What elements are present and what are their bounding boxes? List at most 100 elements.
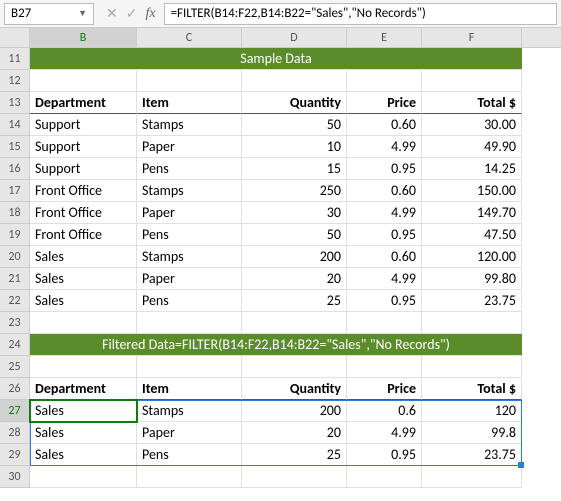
header-quantity[interactable]: Quantity bbox=[242, 378, 347, 400]
cell[interactable]: Paper bbox=[137, 136, 242, 158]
cell[interactable]: Stamps bbox=[137, 400, 242, 422]
col-header-f[interactable]: F bbox=[422, 28, 522, 47]
cell[interactable]: 0.60 bbox=[347, 114, 422, 136]
row-header[interactable]: 16 bbox=[0, 158, 30, 180]
cell[interactable]: Front Office bbox=[30, 202, 137, 224]
row-header[interactable]: 23 bbox=[0, 312, 30, 334]
cell[interactable] bbox=[137, 70, 242, 92]
row-header[interactable]: 12 bbox=[0, 70, 30, 92]
cell[interactable]: Sales bbox=[30, 268, 137, 290]
header-price[interactable]: Price bbox=[347, 378, 422, 400]
cell[interactable]: 0.95 bbox=[347, 444, 422, 466]
cell[interactable]: 0.95 bbox=[347, 224, 422, 246]
cell[interactable]: Stamps bbox=[137, 180, 242, 202]
cell[interactable]: Pens bbox=[137, 224, 242, 246]
row-header[interactable]: 20 bbox=[0, 246, 30, 268]
cell[interactable]: 20 bbox=[242, 268, 347, 290]
row-header[interactable]: 11 bbox=[0, 48, 30, 70]
header-department[interactable]: Department bbox=[30, 378, 137, 400]
cell[interactable]: Support bbox=[30, 158, 137, 180]
cell[interactable]: 4.99 bbox=[347, 136, 422, 158]
cell[interactable] bbox=[137, 312, 242, 334]
cell[interactable] bbox=[347, 312, 422, 334]
row-header[interactable]: 28 bbox=[0, 422, 30, 444]
cell[interactable]: Support bbox=[30, 114, 137, 136]
header-total[interactable]: Total $ bbox=[422, 378, 522, 400]
cell[interactable]: 250 bbox=[242, 180, 347, 202]
col-header-b[interactable]: B bbox=[30, 28, 137, 47]
cell[interactable] bbox=[242, 70, 347, 92]
cell[interactable]: 50 bbox=[242, 114, 347, 136]
row-header[interactable]: 13 bbox=[0, 92, 30, 114]
cell[interactable]: 14.25 bbox=[422, 158, 522, 180]
cell[interactable] bbox=[422, 312, 522, 334]
cell[interactable]: Pens bbox=[137, 444, 242, 466]
cell[interactable]: 4.99 bbox=[347, 422, 422, 444]
cell[interactable] bbox=[422, 70, 522, 92]
col-header-d[interactable]: D bbox=[242, 28, 347, 47]
cell[interactable]: 25 bbox=[242, 290, 347, 312]
cell[interactable]: Sales bbox=[30, 422, 137, 444]
cell[interactable]: Sales bbox=[30, 444, 137, 466]
cell[interactable]: Pens bbox=[137, 290, 242, 312]
row-header[interactable]: 25 bbox=[0, 356, 30, 378]
cell[interactable]: Sales bbox=[30, 246, 137, 268]
cell[interactable]: 0.95 bbox=[347, 290, 422, 312]
cell[interactable]: Stamps bbox=[137, 114, 242, 136]
cell[interactable] bbox=[347, 356, 422, 378]
cell[interactable] bbox=[242, 466, 347, 488]
cell[interactable]: 20 bbox=[242, 422, 347, 444]
cell[interactable]: 30 bbox=[242, 202, 347, 224]
spreadsheet-grid[interactable]: B C D E F 11 Sample Data 12 13 Departmen… bbox=[0, 28, 561, 488]
cell[interactable]: 150.00 bbox=[422, 180, 522, 202]
cell[interactable]: 10 bbox=[242, 136, 347, 158]
cell[interactable]: 23.75 bbox=[422, 290, 522, 312]
cell[interactable]: 30.00 bbox=[422, 114, 522, 136]
cell[interactable]: 0.60 bbox=[347, 180, 422, 202]
cell[interactable]: 120 bbox=[422, 400, 522, 422]
cell[interactable]: Paper bbox=[137, 268, 242, 290]
cell[interactable]: Front Office bbox=[30, 224, 137, 246]
chevron-down-icon[interactable]: ▼ bbox=[78, 8, 87, 19]
cell[interactable] bbox=[30, 312, 137, 334]
row-header[interactable]: 19 bbox=[0, 224, 30, 246]
row-header[interactable]: 22 bbox=[0, 290, 30, 312]
row-header[interactable]: 27 bbox=[0, 400, 30, 422]
row-header[interactable]: 30 bbox=[0, 466, 30, 488]
row-header[interactable]: 17 bbox=[0, 180, 30, 202]
cell[interactable]: Support bbox=[30, 136, 137, 158]
cell[interactable]: 149.70 bbox=[422, 202, 522, 224]
cell[interactable]: 4.99 bbox=[347, 202, 422, 224]
cell[interactable]: 99.80 bbox=[422, 268, 522, 290]
col-header-e[interactable]: E bbox=[347, 28, 422, 47]
fx-icon[interactable]: fx bbox=[145, 6, 155, 22]
cell[interactable]: 49.90 bbox=[422, 136, 522, 158]
cell[interactable]: Pens bbox=[137, 158, 242, 180]
cell[interactable]: 0.95 bbox=[347, 158, 422, 180]
cell[interactable]: 200 bbox=[242, 400, 347, 422]
row-header[interactable]: 29 bbox=[0, 444, 30, 466]
cell[interactable]: 99.8 bbox=[422, 422, 522, 444]
cell[interactable]: 120.00 bbox=[422, 246, 522, 268]
row-header[interactable]: 15 bbox=[0, 136, 30, 158]
cell[interactable]: 25 bbox=[242, 444, 347, 466]
header-item[interactable]: Item bbox=[137, 92, 242, 114]
cell[interactable]: Paper bbox=[137, 202, 242, 224]
cell[interactable]: Paper bbox=[137, 422, 242, 444]
select-all-corner[interactable] bbox=[0, 28, 30, 47]
cell[interactable] bbox=[30, 70, 137, 92]
cell[interactable]: 15 bbox=[242, 158, 347, 180]
header-price[interactable]: Price bbox=[347, 92, 422, 114]
cell[interactable] bbox=[242, 356, 347, 378]
cell[interactable] bbox=[137, 466, 242, 488]
active-cell[interactable]: Sales bbox=[30, 400, 137, 422]
cell[interactable]: 0.60 bbox=[347, 246, 422, 268]
name-box[interactable]: B27 ▼ bbox=[4, 3, 94, 25]
cell[interactable] bbox=[30, 466, 137, 488]
row-header[interactable]: 18 bbox=[0, 202, 30, 224]
cell[interactable] bbox=[422, 356, 522, 378]
header-department[interactable]: Department bbox=[30, 92, 137, 114]
header-total[interactable]: Total $ bbox=[422, 92, 522, 114]
header-quantity[interactable]: Quantity bbox=[242, 92, 347, 114]
formula-input[interactable]: =FILTER(B14:F22,B14:B22="Sales","No Reco… bbox=[164, 3, 557, 25]
